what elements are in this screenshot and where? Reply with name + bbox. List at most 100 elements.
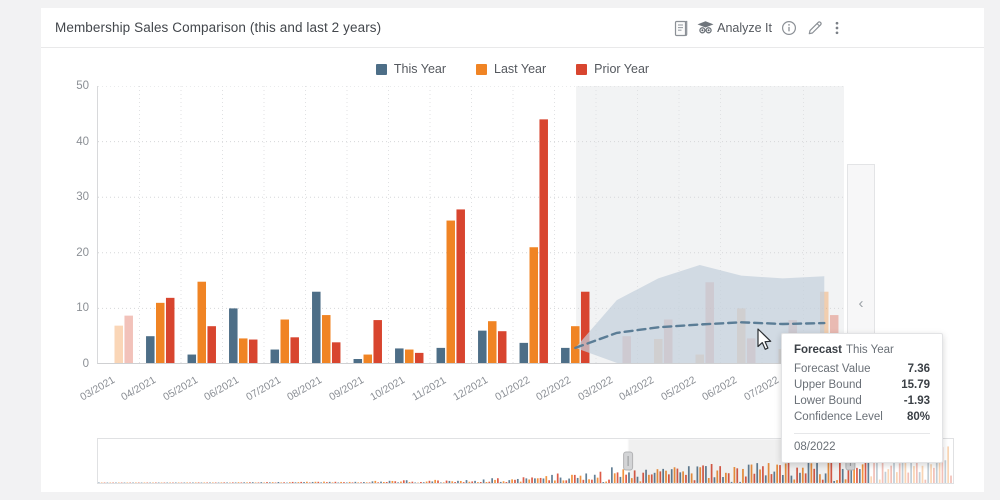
bar[interactable] [165,297,175,364]
minimap-bar [582,479,585,483]
minimap-bar [394,481,397,483]
plot-canvas[interactable] [97,86,844,364]
mouse-cursor [757,328,772,350]
minimap-bar [440,482,442,483]
minimap-bar [474,480,476,483]
analyze-it-button[interactable]: Analyze It [694,16,776,40]
minimap-bar [519,481,522,483]
bar[interactable] [456,209,465,364]
bar[interactable] [488,321,497,364]
page-gutter-bottom [0,492,1000,500]
minimap-bar [573,474,576,483]
minimap-bar [405,480,408,483]
bar[interactable] [446,220,456,364]
bar[interactable] [114,325,124,364]
minimap-bar [516,478,519,483]
x-axis-tick: 11/2021 [409,374,449,404]
minimap-bar [420,481,422,483]
minimap-bar [442,482,445,483]
bar[interactable] [373,320,382,364]
bar[interactable] [363,354,373,364]
analyze-it-label: Analyze It [717,21,772,35]
legend-item-this-year[interactable]: This Year [375,62,446,76]
minimap-bar [930,464,932,483]
bar[interactable] [405,349,414,364]
report-icon[interactable] [668,16,694,40]
edit-icon[interactable] [802,16,828,40]
bar[interactable] [197,281,207,364]
minimap-bar [545,476,548,483]
bar[interactable] [331,342,341,364]
x-axis-tick: 09/2021 [326,374,366,404]
bar[interactable] [322,315,331,364]
minimap-bar [485,482,488,483]
bar[interactable] [353,359,363,364]
minimap-bar [585,473,588,483]
minimap-bar [209,482,211,483]
minimap-bar [249,482,251,483]
y-axis-tick: 0 [82,358,89,370]
minimap-bar [602,482,605,483]
bar[interactable] [239,338,248,364]
bar[interactable] [561,347,570,364]
minimap-bar [465,480,468,483]
minimap-bar [422,482,425,483]
info-icon[interactable] [776,16,802,40]
bar[interactable] [529,247,539,364]
minimap-bar [534,478,536,483]
minimap-bar [283,482,285,483]
minimap-bar [950,475,952,483]
bar[interactable] [436,347,446,364]
minimap-bar [887,469,890,483]
minimap-bar [457,480,459,483]
minimap-bar [593,474,596,483]
minimap-bar [890,465,893,483]
page-title: Membership Sales Comparison (this and la… [55,20,382,35]
bar[interactable] [187,354,197,364]
y-axis-tick: 10 [76,302,89,315]
bar[interactable] [312,291,321,364]
minimap-bar [511,479,513,483]
bar[interactable] [280,319,290,364]
bar[interactable] [207,326,216,364]
bar[interactable] [519,342,529,364]
legend-item-last-year[interactable]: Last Year [476,62,546,76]
bar[interactable] [270,349,280,364]
bar[interactable] [539,119,548,364]
tooltip-row-label: Confidence Level [794,411,883,423]
minimap-bar [858,469,861,483]
bar[interactable] [497,331,507,364]
minimap-bar [622,469,625,483]
minimap-bar [556,473,559,483]
minimap-bar [921,465,924,483]
minimap-bar [588,479,590,483]
tooltip-row: Forecast Value 7.36 [794,361,930,377]
bar[interactable] [414,352,424,364]
range-handle-left[interactable] [623,451,634,471]
minimap-bar [499,481,502,483]
tooltip-row-label: Forecast Value [794,363,871,375]
legend-item-prior-year[interactable]: Prior Year [576,62,649,76]
tooltip-row-label: Upper Bound [794,379,862,391]
minimap-bar [542,478,545,483]
minimap-bar [243,482,246,483]
y-axis-tick: 50 [76,80,89,92]
bar[interactable] [229,308,238,364]
bar[interactable] [146,336,155,364]
more-options-icon[interactable] [828,16,846,40]
minimap-bar [388,480,391,483]
bar[interactable] [478,330,487,364]
minimap-bar [437,480,439,483]
bar[interactable] [580,291,590,364]
minimap-bar [197,482,200,483]
tooltip-row: Lower Bound -1.93 [794,393,930,409]
minimap-bar [317,481,320,483]
chart-svg [98,86,844,364]
bar[interactable] [248,339,258,364]
bar[interactable] [290,337,299,364]
bar[interactable] [156,302,165,364]
x-axis-tick: 03/2022 [575,374,615,404]
bar[interactable] [395,348,404,364]
bar[interactable] [124,315,133,364]
minimap-bar [363,482,365,483]
